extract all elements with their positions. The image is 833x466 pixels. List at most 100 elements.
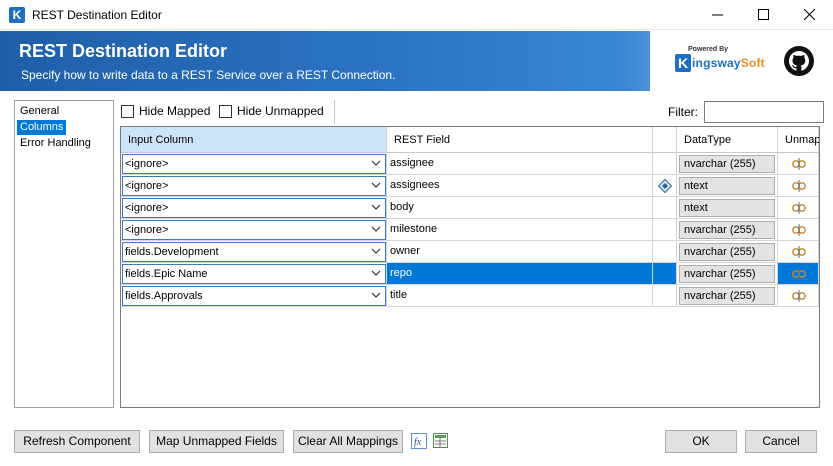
key-cell [653, 219, 677, 241]
unmap-icon[interactable] [791, 288, 807, 304]
unmap-cell[interactable] [778, 263, 819, 285]
rest-field-cell[interactable]: owner [387, 241, 653, 263]
nav-item-columns[interactable]: Columns [17, 120, 67, 135]
chevron-down-icon [371, 270, 381, 276]
unmap-cell[interactable] [778, 219, 819, 241]
header-banner: REST Destination Editor Specify how to w… [0, 31, 833, 91]
table-row[interactable]: fields.Approvals title nvarchar (255) [121, 285, 819, 307]
rest-field-cell[interactable]: repo [387, 263, 653, 285]
window-title: REST Destination Editor [32, 8, 162, 22]
header-data-type[interactable]: DataType [677, 127, 778, 153]
key-cell [653, 263, 677, 285]
unmap-cell[interactable] [778, 175, 819, 197]
chevron-down-icon [371, 226, 381, 232]
unmap-icon[interactable] [791, 156, 807, 172]
input-column-value: fields.Approvals [125, 290, 203, 302]
input-column-select[interactable]: <ignore> [122, 220, 386, 240]
table-row[interactable]: <ignore> body ntext [121, 197, 819, 219]
input-column-select[interactable]: fields.Development [122, 242, 386, 262]
key-cell [653, 285, 677, 307]
input-column-value: <ignore> [125, 180, 169, 192]
unmap-icon[interactable] [791, 222, 807, 238]
input-column-select[interactable]: <ignore> [122, 176, 386, 196]
input-column-select[interactable]: <ignore> [122, 154, 386, 174]
app-icon: K [9, 7, 25, 23]
chevron-down-icon [371, 292, 381, 298]
minimize-button[interactable] [695, 0, 741, 30]
header-input-column[interactable]: Input Column [121, 127, 387, 153]
table-row[interactable]: fields.Development owner nvarchar (255) [121, 241, 819, 263]
nav-item-error-handling[interactable]: Error Handling [17, 136, 94, 151]
nav-item-general[interactable]: General [17, 104, 62, 119]
cancel-button[interactable]: Cancel [745, 430, 817, 453]
rest-field-cell[interactable]: title [387, 285, 653, 307]
unmap-cell[interactable] [778, 197, 819, 219]
maximize-button[interactable] [741, 0, 787, 30]
data-type-value: nvarchar (255) [679, 221, 775, 239]
input-column-cell: <ignore> [121, 175, 387, 197]
input-column-value: <ignore> [125, 158, 169, 170]
header-unmap[interactable]: Unmap [778, 127, 819, 153]
expression-icon[interactable]: fx [411, 433, 427, 449]
hide-mapped-label[interactable]: Hide Mapped [139, 104, 210, 118]
unmap-icon[interactable] [791, 266, 807, 282]
input-column-select[interactable]: fields.Approvals [122, 286, 386, 306]
rest-field-cell[interactable]: assignees [387, 175, 653, 197]
table-row[interactable]: <ignore> assignees ntext [121, 175, 819, 197]
minimize-icon [712, 14, 723, 16]
refresh-component-button[interactable]: Refresh Component [14, 430, 140, 453]
filter-input[interactable] [704, 101, 824, 123]
data-type-cell: ntext [677, 175, 778, 197]
header-key-column [653, 127, 677, 153]
export-grid-icon[interactable] [433, 433, 449, 449]
data-type-value: nvarchar (255) [679, 265, 775, 283]
input-column-select[interactable]: fields.Epic Name [122, 264, 386, 284]
rest-field-cell[interactable]: assignee [387, 153, 653, 175]
data-type-cell: nvarchar (255) [677, 241, 778, 263]
chevron-down-icon [371, 204, 381, 210]
ok-button[interactable]: OK [665, 430, 737, 453]
close-icon [804, 9, 816, 21]
key-cell [653, 153, 677, 175]
key-cell [653, 197, 677, 219]
unmap-cell[interactable] [778, 153, 819, 175]
clear-all-mappings-button[interactable]: Clear All Mappings [293, 430, 403, 453]
chevron-down-icon [371, 160, 381, 166]
github-icon[interactable] [783, 45, 815, 77]
unmap-icon[interactable] [791, 200, 807, 216]
filter-label: Filter: [668, 105, 698, 119]
unmap-cell[interactable] [778, 241, 819, 263]
logo-word-soft: Soft [740, 56, 765, 70]
data-type-cell: nvarchar (255) [677, 263, 778, 285]
key-cell [653, 241, 677, 263]
input-column-select[interactable]: <ignore> [122, 198, 386, 218]
map-unmapped-fields-button[interactable]: Map Unmapped Fields [149, 430, 284, 453]
hide-unmapped-label[interactable]: Hide Unmapped [237, 104, 324, 118]
data-type-value: ntext [679, 199, 775, 217]
unmap-cell[interactable] [778, 285, 819, 307]
input-column-cell: <ignore> [121, 219, 387, 241]
rest-field-cell[interactable]: body [387, 197, 653, 219]
key-field-icon [658, 179, 672, 193]
data-type-cell: ntext [677, 197, 778, 219]
mapping-grid: Input Column REST Field DataType Unmap <… [120, 126, 820, 408]
table-row[interactable]: fields.Epic Name repo nvarchar (255) [121, 263, 819, 285]
close-button[interactable] [787, 0, 833, 30]
data-type-value: ntext [679, 177, 775, 195]
input-column-value: fields.Development [125, 246, 219, 258]
data-type-value: nvarchar (255) [679, 243, 775, 261]
logo-wordmark: ingswaySoft [692, 56, 765, 70]
input-column-value: fields.Epic Name [125, 268, 208, 280]
unmap-icon[interactable] [791, 244, 807, 260]
header-rest-field[interactable]: REST Field [387, 127, 653, 153]
chevron-down-icon [371, 182, 381, 188]
hide-unmapped-checkbox[interactable] [219, 105, 232, 118]
unmap-icon[interactable] [791, 178, 807, 194]
rest-field-cell[interactable]: milestone [387, 219, 653, 241]
data-type-cell: nvarchar (255) [677, 153, 778, 175]
table-row[interactable]: <ignore> assignee nvarchar (255) [121, 153, 819, 175]
input-column-cell: fields.Development [121, 241, 387, 263]
logo-powered-text: Powered By [688, 46, 729, 53]
table-row[interactable]: <ignore> milestone nvarchar (255) [121, 219, 819, 241]
hide-mapped-checkbox[interactable] [121, 105, 134, 118]
